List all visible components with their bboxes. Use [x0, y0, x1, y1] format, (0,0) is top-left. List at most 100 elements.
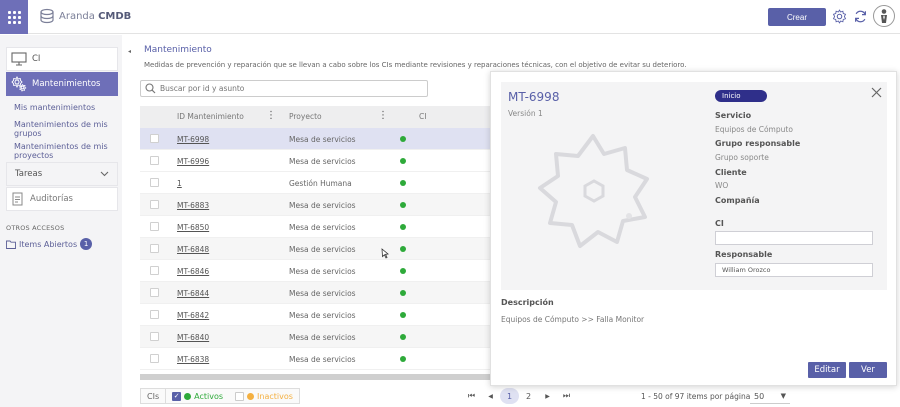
maintenance-gear-illustration-icon	[538, 134, 649, 248]
active-status-dot	[400, 158, 406, 164]
page-number[interactable]: 2	[519, 388, 538, 404]
table-row[interactable]: MT-6850 Mesa de servicios	[140, 216, 490, 238]
row-checkbox[interactable]	[150, 310, 159, 319]
app-logo[interactable]: Aranda CMDB	[39, 8, 131, 24]
row-checkbox[interactable]	[150, 156, 159, 165]
table-row[interactable]: MT-6842 Mesa de servicios	[140, 304, 490, 326]
row-id-link[interactable]: MT-6848	[177, 245, 209, 254]
app-menu-button[interactable]	[0, 0, 28, 34]
table-horizontal-scrollbar[interactable]	[140, 374, 490, 380]
per-page-select[interactable]: 50 ▼	[750, 389, 790, 404]
row-checkbox[interactable]	[150, 354, 159, 363]
folder-icon	[6, 240, 16, 249]
view-button[interactable]: Ver	[849, 362, 887, 378]
column-header-id[interactable]: ID Mantenimiento	[177, 112, 244, 121]
user-avatar-button[interactable]	[873, 5, 895, 27]
sidebar-item-label: CI	[32, 54, 41, 64]
search-input[interactable]	[160, 84, 420, 93]
create-button[interactable]: Crear	[768, 8, 826, 26]
next-page-icon[interactable]: ▶	[538, 388, 557, 404]
table-row[interactable]: MT-6996 Mesa de servicios	[140, 150, 490, 172]
database-icon	[40, 8, 54, 24]
row-id-link[interactable]: MT-6883	[177, 201, 209, 210]
search-box[interactable]	[140, 80, 428, 97]
row-checkbox[interactable]	[150, 266, 159, 275]
table-header: ID Mantenimiento ⋮ Proyecto ⋮ CI	[140, 106, 490, 128]
active-checkbox[interactable]: ✓	[172, 391, 182, 401]
sidebar-item-tareas[interactable]: Tareas	[6, 162, 118, 186]
ci-field[interactable]	[715, 231, 873, 245]
row-checkbox[interactable]	[150, 332, 159, 341]
sidebar-item-ci[interactable]: CI	[6, 47, 118, 71]
sidebar-subitem-mis-mantenimientos[interactable]: Mis mantenimientos	[14, 103, 114, 112]
responsible-field[interactable]: William Orozco	[715, 263, 873, 277]
monitor-icon	[11, 52, 27, 66]
active-status-dot	[400, 312, 406, 318]
row-id-link[interactable]: MT-6844	[177, 289, 209, 298]
row-id-link[interactable]: MT-6842	[177, 311, 209, 320]
first-page-icon[interactable]: ⏮	[462, 388, 481, 404]
ci-status-filter: CIs ✓ Activos Inactivos	[140, 388, 300, 404]
sidebar-item-label: Auditorías	[30, 194, 73, 204]
active-status-dot	[400, 334, 406, 340]
filter-inactive-option[interactable]: Inactivos	[229, 391, 299, 401]
filter-active-option[interactable]: ✓ Activos	[166, 391, 229, 401]
description-value: Equipos de Cómputo >> Falla Monitor	[501, 315, 645, 324]
active-status-dot	[400, 136, 406, 142]
table-row[interactable]: MT-6848 Mesa de servicios	[140, 238, 490, 260]
edit-button[interactable]: Editar	[808, 362, 846, 378]
open-items-link[interactable]: Items Abiertos 1	[6, 238, 93, 250]
page-number[interactable]: 1	[500, 388, 519, 404]
sidebar-item-auditorias[interactable]: Auditorías	[6, 187, 118, 211]
row-id-link[interactable]: 1	[177, 179, 182, 188]
row-checkbox[interactable]	[150, 244, 159, 253]
table-row[interactable]: 1 Gestión Humana	[140, 172, 490, 194]
row-checkbox[interactable]	[150, 178, 159, 187]
row-checkbox[interactable]	[150, 134, 159, 143]
table-row[interactable]: MT-6998 Mesa de servicios	[140, 128, 490, 150]
maintenance-detail-panel: MT-6998 Versión 1 Inicio Servicio Equipo…	[490, 71, 897, 386]
column-menu-project-icon[interactable]: ⋮	[378, 110, 388, 121]
prev-page-icon[interactable]: ◀	[481, 388, 500, 404]
row-checkbox[interactable]	[150, 288, 159, 297]
table-row[interactable]: MT-6846 Mesa de servicios	[140, 260, 490, 282]
row-checkbox[interactable]	[150, 200, 159, 209]
table-row[interactable]: MT-6838 Mesa de servicios	[140, 348, 490, 370]
user-icon	[881, 9, 887, 23]
row-id-link[interactable]: MT-6838	[177, 355, 209, 364]
refresh-button[interactable]	[851, 7, 869, 25]
collapse-sidebar-icon[interactable]: ◂	[128, 48, 131, 55]
row-id-link[interactable]: MT-6840	[177, 333, 209, 342]
maintenance-table: ID Mantenimiento ⋮ Proyecto ⋮ CI MT-6998…	[140, 106, 490, 370]
sidebar-item-mantenimientos[interactable]: Mantenimientos	[6, 72, 118, 96]
client-value: WO	[715, 181, 729, 190]
row-id-link[interactable]: MT-6998	[177, 135, 209, 144]
row-checkbox[interactable]	[150, 222, 159, 231]
table-row[interactable]: MT-6840 Mesa de servicios	[140, 326, 490, 348]
active-dot-icon	[184, 392, 192, 400]
active-status-dot	[400, 246, 406, 252]
company-label: Compañía	[715, 196, 760, 205]
close-icon	[871, 87, 881, 97]
settings-button[interactable]	[830, 7, 848, 25]
detail-title: MT-6998	[508, 90, 560, 104]
row-id-link[interactable]: MT-6850	[177, 223, 209, 232]
column-header-project[interactable]: Proyecto	[289, 112, 322, 121]
close-panel-button[interactable]	[869, 85, 883, 99]
sidebar-subitem-mis-grupos[interactable]: Mantenimientos de mis grupos	[14, 120, 114, 138]
table-row[interactable]: MT-6844 Mesa de servicios	[140, 282, 490, 304]
logo-name: Aranda	[59, 10, 95, 22]
open-items-count-badge: 1	[80, 238, 93, 250]
sidebar-subitem-mis-proyectos[interactable]: Mantenimientos de mis proyectos	[14, 142, 114, 160]
active-status-dot	[400, 202, 406, 208]
row-id-link[interactable]: MT-6996	[177, 157, 209, 166]
inactive-checkbox[interactable]	[235, 391, 245, 401]
row-id-link[interactable]: MT-6846	[177, 267, 209, 276]
last-page-icon[interactable]: ⏭	[557, 388, 576, 404]
row-project: Mesa de servicios	[289, 355, 356, 364]
caret-down-icon: ▼	[780, 392, 786, 400]
table-row[interactable]: MT-6883 Mesa de servicios	[140, 194, 490, 216]
audit-icon	[12, 192, 23, 206]
column-header-ci[interactable]: CI	[419, 112, 426, 121]
column-menu-id-icon[interactable]: ⋮	[266, 110, 276, 121]
